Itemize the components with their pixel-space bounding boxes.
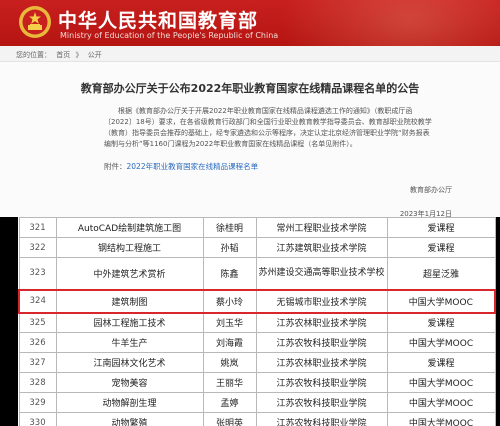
course-lead: 刘海霞 (202, 332, 257, 353)
course-name: 江南园林文化艺术 (55, 352, 204, 373)
attachment-link[interactable]: 2022年职业教育国家在线精品课程名单 (127, 162, 259, 171)
table-row: 328 宠物美容 王丽华 江苏农牧科技职业学院 中国大学MOOC (18, 372, 496, 393)
school-name: 江苏建筑职业技术学院 (255, 237, 388, 258)
course-name: 宠物美容 (55, 372, 204, 393)
course-name: 动物解剖生理 (55, 392, 204, 413)
course-name: AutoCAD绘制建筑施工图 (55, 217, 204, 238)
table-row: 327 江南园林文化艺术 姚岚 江苏农林职业技术学院 爱课程 (18, 352, 496, 373)
table-row: 322 钢结构工程施工 孙韬 江苏建筑职业技术学院 爱课程 (18, 237, 496, 258)
school-name: 江苏农牧科技职业学院 (255, 392, 388, 413)
table-row: 325 园林工程施工技术 刘玉华 江苏农林职业技术学院 爱课程 (18, 312, 496, 333)
course-name: 牛羊生产 (55, 332, 204, 353)
platform-name: 爱课程 (386, 237, 496, 258)
course-lead: 蔡小玲 (202, 288, 257, 314)
breadcrumb-home-link[interactable]: 首页 (56, 51, 70, 59)
course-lead: 王丽华 (202, 372, 257, 393)
site-title[interactable]: 中华人民共和国教育部 (58, 6, 258, 33)
school-name: 常州工程职业技术学院 (255, 217, 388, 238)
national-emblem-icon[interactable] (18, 5, 52, 39)
school-name: 江苏农牧科技职业学院 (255, 412, 388, 426)
table-row: 321 AutoCAD绘制建筑施工图 徐桂明 常州工程职业技术学院 爱课程 (18, 217, 496, 238)
row-number: 327 (18, 352, 57, 373)
school-name: 江苏农林职业技术学院 (255, 312, 388, 333)
table-row-highlighted: 324 建筑制图 蔡小玲 无锡城市职业技术学院 中国大学MOOC (18, 288, 496, 314)
row-number: 329 (18, 392, 57, 413)
announcement-body-text: 根据《教育部办公厅关于开展2022年职业教育国家在线精品课程遴选工作的通知》（教… (104, 107, 432, 148)
course-lead: 孟婷 (202, 392, 257, 413)
school-name: 无锡城市职业技术学院 (255, 288, 388, 314)
platform-name: 中国大学MOOC (386, 332, 496, 353)
site-subtitle: Ministry of Education of the People's Re… (60, 31, 279, 40)
course-lead: 徐桂明 (202, 217, 257, 238)
table-row: 323 中外建筑艺术赏析 陈鑫 苏州建设交通高等职业技术学校 超星泛雅 (18, 257, 496, 290)
platform-name: 中国大学MOOC (386, 412, 496, 426)
breadcrumb-separator: 》 (75, 51, 83, 59)
platform-name: 中国大学MOOC (386, 392, 496, 413)
row-number: 322 (18, 237, 57, 258)
signature-org: 教育部办公厅 (410, 186, 452, 194)
row-number: 328 (18, 372, 57, 393)
site-header: 中华人民共和国教育部 Ministry of Education of the … (0, 0, 500, 46)
course-name: 钢结构工程施工 (55, 237, 204, 258)
course-lead: 姚岚 (202, 352, 257, 373)
announcement: 教育部办公厅关于公布2022年职业教育国家在线精品课程名单的公告 根据《教育部办… (0, 62, 500, 218)
platform-name: 中国大学MOOC (386, 288, 496, 314)
course-lead: 孙韬 (202, 237, 257, 258)
row-number: 323 (18, 257, 57, 290)
row-number: 326 (18, 332, 57, 353)
header-glow (280, 0, 500, 46)
course-table-area: 321 AutoCAD绘制建筑施工图 徐桂明 常州工程职业技术学院 爱课程 32… (0, 217, 500, 426)
table-row: 329 动物解剖生理 孟婷 江苏农牧科技职业学院 中国大学MOOC (18, 392, 496, 413)
course-lead: 刘玉华 (202, 312, 257, 333)
table-row: 326 牛羊生产 刘海霞 江苏农牧科技职业学院 中国大学MOOC (18, 332, 496, 353)
row-number: 321 (18, 217, 57, 238)
attachment: 附件：2022年职业教育国家在线精品课程名单 (104, 161, 258, 172)
row-number: 330 (18, 412, 57, 426)
platform-name: 超星泛雅 (386, 257, 496, 290)
platform-name: 爱课程 (386, 217, 496, 238)
row-number: 324 (18, 288, 57, 314)
announcement-body: 根据《教育部办公厅关于开展2022年职业教育国家在线精品课程遴选工作的通知》（教… (104, 106, 434, 150)
platform-name: 爱课程 (386, 312, 496, 333)
breadcrumb: 您的位置： 首页 》 公开 (0, 46, 500, 62)
school-name: 苏州建设交通高等职业技术学校 (255, 257, 388, 290)
attachment-label: 附件： (104, 162, 127, 171)
school-name: 江苏农牧科技职业学院 (255, 332, 388, 353)
announcement-title: 教育部办公厅关于公布2022年职业教育国家在线精品课程名单的公告 (80, 82, 420, 95)
row-number: 325 (18, 312, 57, 333)
table-row: 330 动物繁殖 张明英 江苏农牧科技职业学院 中国大学MOOC (18, 412, 496, 426)
platform-name: 爱课程 (386, 352, 496, 373)
course-table: 321 AutoCAD绘制建筑施工图 徐桂明 常州工程职业技术学院 爱课程 32… (18, 217, 496, 426)
school-name-text: 苏州建设交通高等职业技术学校 (258, 267, 385, 278)
course-lead: 张明英 (202, 412, 257, 426)
breadcrumb-public-link[interactable]: 公开 (88, 51, 102, 59)
course-name: 园林工程施工技术 (55, 312, 204, 333)
platform-name: 中国大学MOOC (386, 372, 496, 393)
course-name: 中外建筑艺术赏析 (55, 257, 204, 290)
breadcrumb-prefix: 您的位置： (16, 51, 51, 59)
course-lead: 陈鑫 (202, 257, 257, 290)
school-name: 江苏农牧科技职业学院 (255, 372, 388, 393)
school-name: 江苏农林职业技术学院 (255, 352, 388, 373)
course-name: 建筑制图 (55, 288, 204, 314)
course-name: 动物繁殖 (55, 412, 204, 426)
